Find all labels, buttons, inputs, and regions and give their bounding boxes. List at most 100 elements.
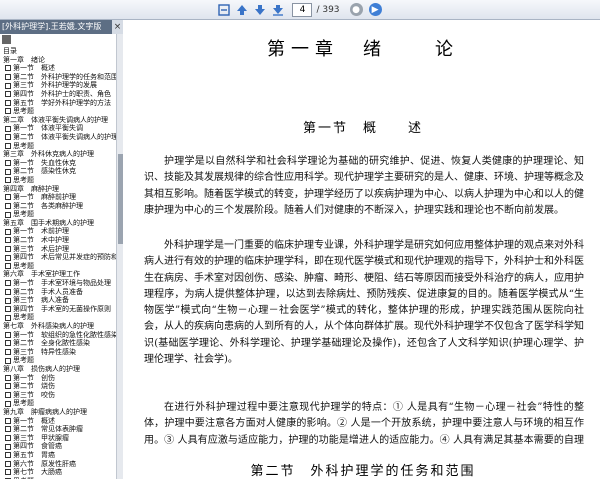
page-icon	[5, 142, 11, 149]
toc-item[interactable]: 第六节 原发性肝癌	[2, 460, 116, 469]
toc-item[interactable]: 第二节 外科护理学的任务和范围	[2, 73, 116, 82]
page-icon	[5, 443, 11, 450]
toc-item[interactable]: 第一节 概述	[2, 417, 116, 426]
last-page-icon[interactable]	[270, 2, 286, 18]
toc-item-label: 思考题	[13, 313, 34, 322]
toc-item[interactable]: 第二节 常见体表肿瘤	[2, 425, 116, 434]
toc-item-label: 第二节 体液平衡失调病人的护理	[13, 132, 116, 141]
sidebar-scroll-thumb[interactable]	[118, 154, 123, 244]
toc-item[interactable]: 第三节 病人准备	[2, 296, 116, 305]
toc-item[interactable]: 思考题	[2, 210, 116, 219]
sidebar-scrollbar[interactable]	[116, 34, 123, 479]
page-icon	[5, 452, 11, 459]
toc-item[interactable]: 第三节 咬伤	[2, 391, 116, 400]
bookmark-tool-icon[interactable]	[2, 35, 11, 44]
toc-item[interactable]: 第二章 体液平衡失调病人的护理	[2, 116, 116, 125]
toc-item[interactable]: 第五章 围手术期病人的护理	[2, 219, 116, 228]
fit-page-icon[interactable]	[216, 2, 232, 18]
toc-item[interactable]: 第一节 失血性休克	[2, 159, 116, 168]
toc-item[interactable]: 第一节 术前护理	[2, 227, 116, 236]
page-icon	[5, 82, 11, 89]
bookmarks-sidebar: [外科护理学].王若娥.文字版 × 目录 第一章 绪论 第一节 概述 第二节 外科护理…	[0, 20, 123, 479]
page-total-label: / 393	[316, 4, 340, 15]
toc-item[interactable]: 思考题	[2, 107, 116, 116]
toc-item[interactable]: 第四节 外科护士的职责、角色	[2, 90, 116, 99]
toc-item[interactable]: 第三章 外科休克病人的护理	[2, 150, 116, 159]
page-icon	[5, 374, 11, 381]
toc-item[interactable]: 第二节 各类麻醉护理	[2, 202, 116, 211]
toc-list: 目录 第一章 绪论 第一节 概述 第二节 外科护理学的任务和范围 第三节 外科护理学的发…	[0, 47, 116, 479]
toc-item-label: 第二节 常见体表肿瘤	[13, 425, 83, 434]
toc-item[interactable]: 第五节 学好外科护理学的方法	[2, 99, 116, 108]
toc-item-label: 第三章 外科休克病人的护理	[3, 150, 94, 159]
page-icon	[5, 237, 11, 244]
toc-item[interactable]: 目录	[2, 47, 116, 56]
toc-item[interactable]: 第一节 体液平衡失调	[2, 124, 116, 133]
toc-item[interactable]: 第一节 麻醉前护理	[2, 193, 116, 202]
toc-item[interactable]: 思考题	[2, 356, 116, 365]
toc-item-label: 思考题	[13, 399, 34, 408]
toc-item[interactable]: 第一节 概述	[2, 64, 116, 73]
toc-item[interactable]: 第四节 手术室的无菌操作原则	[2, 305, 116, 314]
toc-item-label: 第一节 创伤	[13, 373, 55, 382]
toc-item[interactable]: 第四节 食管癌	[2, 442, 116, 451]
toc-item[interactable]: 第三节 特异性感染	[2, 348, 116, 357]
toc-item-label: 第一节 失血性休克	[13, 158, 76, 167]
toc-item[interactable]: 第一章 绪论	[2, 56, 116, 65]
page-icon	[5, 314, 11, 321]
toc-item-label: 第六章 手术室护理工作	[3, 270, 80, 279]
toc-item-label: 思考题	[13, 261, 34, 270]
toc-item[interactable]: 第二节 感染性休克	[2, 167, 116, 176]
paragraph-2: 外科护理学是一门重要的临床护理专业课，外科护理学是研究如何应用整体护理的观点来对…	[144, 240, 584, 366]
toc-item[interactable]: 第五节 胃癌	[2, 451, 116, 460]
toc-item-label: 第三节 甲状腺瘤	[13, 433, 69, 442]
toc-item-label: 第三节 外科护理学的发展	[13, 81, 97, 90]
toc-item[interactable]: 第二节 全身化脓性感染	[2, 339, 116, 348]
page-up-icon[interactable]	[234, 2, 250, 18]
toc-item[interactable]: 第七章 外科感染病人的护理	[2, 322, 116, 331]
page-number-input[interactable]	[292, 2, 313, 17]
toc-item[interactable]: 思考题	[2, 142, 116, 151]
page-icon	[5, 297, 11, 304]
page-down-icon[interactable]	[252, 2, 268, 18]
toc-item[interactable]: 第三节 甲状腺瘤	[2, 434, 116, 443]
page-icon	[5, 288, 11, 295]
toc-item-label: 第二节 烧伤	[13, 382, 55, 391]
toc-item[interactable]: 第四章 麻醉护理	[2, 185, 116, 194]
page-icon	[5, 254, 11, 261]
stop-icon[interactable]: ●	[349, 3, 363, 16]
page-icon	[5, 202, 11, 209]
toc-item-label: 第四节 术后常见并发症的预防和护理	[13, 253, 116, 262]
toc-item[interactable]: 第七节 大肠癌	[2, 468, 116, 477]
sidebar-close-icon[interactable]: ×	[112, 20, 123, 34]
toc-item[interactable]: 第八章 损伤病人的护理	[2, 365, 116, 374]
toc-item[interactable]: 第二节 术中护理	[2, 236, 116, 245]
toc-item[interactable]: 思考题	[2, 176, 116, 185]
toc-item[interactable]: 第三节 外科护理学的发展	[2, 81, 116, 90]
toc-item-label: 第一章 绪论	[3, 55, 45, 64]
page-icon	[5, 340, 11, 347]
toc-item[interactable]: 思考题	[2, 313, 116, 322]
toc-item-label: 第七节 大肠癌	[13, 468, 62, 477]
toc-item[interactable]: 第三节 术后护理	[2, 245, 116, 254]
toc-item[interactable]: 第九章 肿瘤病病人的护理	[2, 408, 116, 417]
toc-item[interactable]: 第二节 烧伤	[2, 382, 116, 391]
page-icon	[5, 331, 11, 338]
page-icon	[5, 469, 11, 476]
page-icon	[5, 263, 11, 270]
toc-item[interactable]: 第一节 软组织的急性化脓性感染	[2, 331, 116, 340]
page-icon	[5, 177, 11, 184]
toc-item[interactable]: 第一节 创伤	[2, 374, 116, 383]
toc-item[interactable]: 思考题	[2, 262, 116, 271]
toc-item[interactable]: 第六章 手术室护理工作	[2, 270, 116, 279]
toc-item[interactable]: 第二节 体液平衡失调病人的护理	[2, 133, 116, 142]
sidebar-tab-title[interactable]: [外科护理学].王若娥.文字版	[0, 20, 114, 34]
toc-item-label: 第三节 术后护理	[13, 244, 69, 253]
page-icon	[5, 383, 11, 390]
toc-item[interactable]: 第四节 术后常见并发症的预防和护理	[2, 253, 116, 262]
toc-item[interactable]: 思考题	[2, 399, 116, 408]
page-icon	[5, 392, 11, 399]
toc-item[interactable]: 第二节 手术人员准备	[2, 288, 116, 297]
go-icon[interactable]: ▶	[368, 3, 382, 16]
toc-item[interactable]: 第一节 手术室环境与物品处理	[2, 279, 116, 288]
